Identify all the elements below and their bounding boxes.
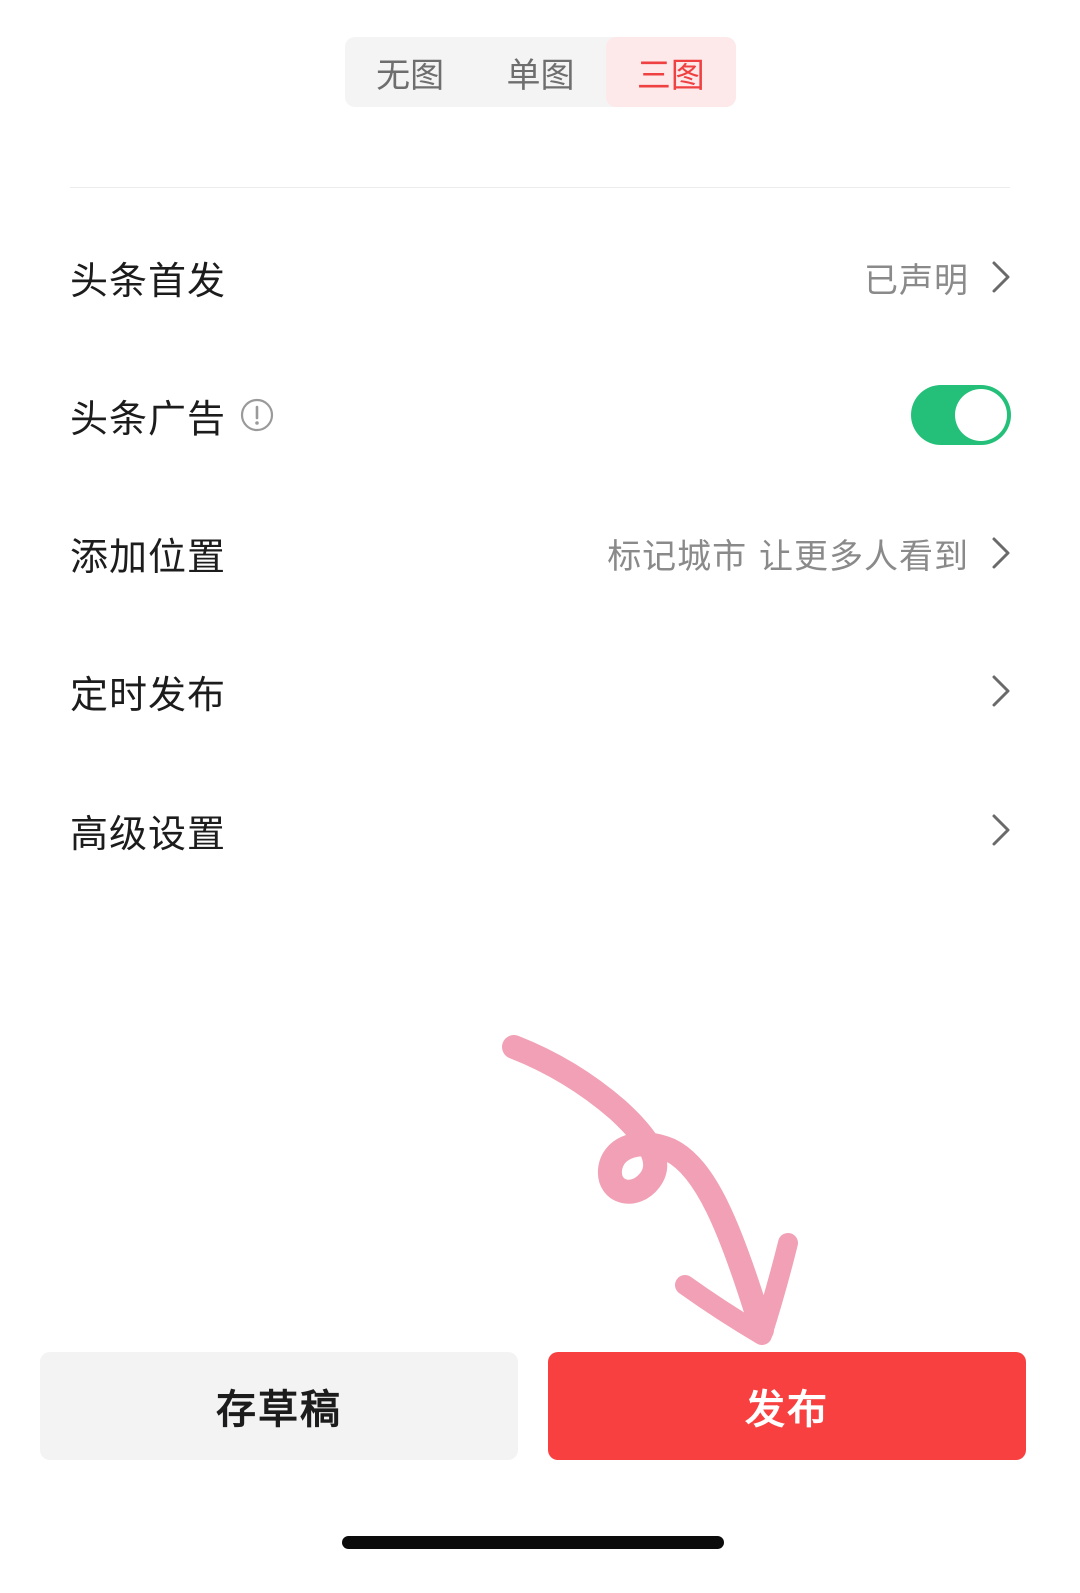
segment-three-images[interactable]: 三图 [605, 37, 736, 107]
chevron-right-icon [992, 675, 1010, 707]
row-location-right: 标记城市 让更多人看到 [607, 529, 1011, 578]
row-schedule-right [991, 674, 1011, 708]
row-advanced-right [991, 813, 1011, 847]
row-ads: 头条广告 [70, 370, 1011, 460]
publish-button[interactable]: 发布 [548, 1352, 1026, 1460]
row-advanced-label: 高级设置 [70, 811, 227, 856]
row-first-publish[interactable]: 头条首发 已声明 [70, 232, 1011, 322]
row-location-value: 标记城市 让更多人看到 [607, 536, 969, 577]
row-ads-label: 头条广告 [70, 396, 227, 441]
chevron-right-icon [992, 261, 1010, 293]
segment-no-image[interactable]: 无图 [345, 37, 475, 107]
row-schedule[interactable]: 定时发布 [70, 646, 1011, 736]
row-advanced[interactable]: 高级设置 [70, 785, 1011, 875]
row-location[interactable]: 添加位置 标记城市 让更多人看到 [70, 508, 1011, 598]
segment-single-image[interactable]: 单图 [475, 37, 605, 107]
image-mode-segmented-control: 无图 单图 三图 [345, 37, 736, 107]
row-first-publish-right: 已声明 [864, 253, 1011, 302]
row-first-publish-value: 已声明 [864, 260, 969, 301]
toggle-knob [955, 389, 1007, 441]
chevron-right-icon [992, 537, 1010, 569]
row-schedule-label: 定时发布 [70, 672, 227, 717]
row-location-label: 添加位置 [70, 534, 227, 579]
ads-toggle[interactable] [911, 385, 1011, 445]
home-indicator [342, 1536, 724, 1549]
row-ads-right [911, 385, 1011, 445]
row-first-publish-label: 头条首发 [70, 258, 227, 303]
chevron-right-icon [992, 814, 1010, 846]
info-circle-icon[interactable] [240, 398, 274, 432]
save-draft-button[interactable]: 存草稿 [40, 1352, 518, 1460]
divider [70, 187, 1010, 188]
annotation-arrow-icon [502, 1035, 798, 1345]
